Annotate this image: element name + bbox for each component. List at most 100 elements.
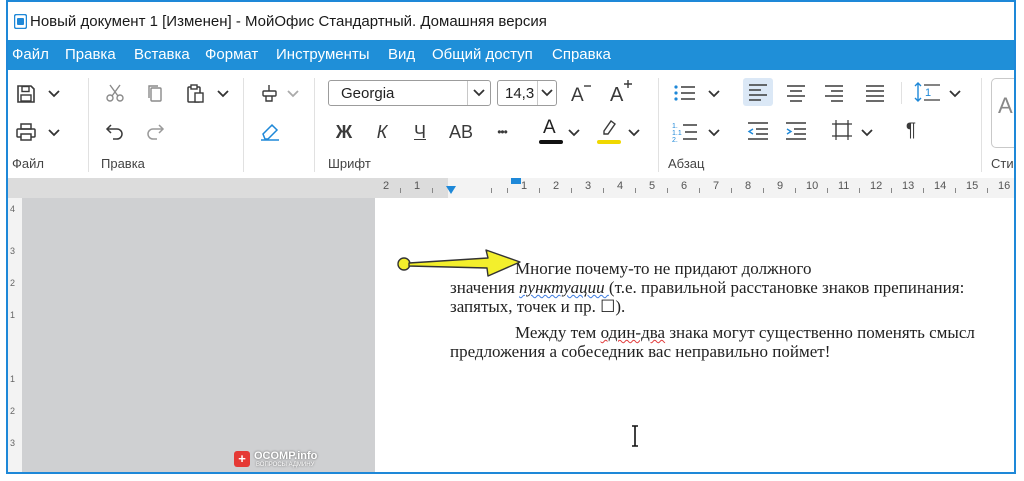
ruler-tick xyxy=(571,188,572,193)
align-center-icon[interactable] xyxy=(785,82,807,104)
more-button[interactable]: ••• xyxy=(490,120,514,144)
highlight-button[interactable] xyxy=(596,116,622,146)
font-family-dropdown[interactable] xyxy=(467,81,490,105)
undo-icon[interactable] xyxy=(104,120,126,142)
menu-view[interactable]: Вид xyxy=(388,46,415,63)
paragraph-2-line-2: предложения а собеседник вас неправильно… xyxy=(450,342,831,361)
watermark-plus-icon: + xyxy=(234,451,250,467)
ruler-tick xyxy=(539,188,540,193)
chevron-down-icon[interactable] xyxy=(628,129,640,137)
window-title: Новый документ 1 [Изменен] - МойОфис Ста… xyxy=(30,13,547,30)
ruler-tick xyxy=(731,188,732,193)
text-run: значения xyxy=(450,278,520,297)
paste-icon[interactable] xyxy=(184,82,206,104)
first-line-indent-marker[interactable] xyxy=(446,186,456,195)
format-painter-icon[interactable] xyxy=(258,82,280,104)
chevron-down-icon[interactable] xyxy=(217,90,229,98)
chevron-down-icon[interactable] xyxy=(48,129,60,137)
chevron-down-icon[interactable] xyxy=(708,129,720,137)
ribbon-toolbar: Файл Правка Georgia 14,3 A A Ж К Ч АВ ••… xyxy=(8,70,1014,178)
text-color-letter: A xyxy=(543,117,556,138)
ruler-tick xyxy=(795,188,796,193)
chevron-down-icon[interactable] xyxy=(949,90,961,98)
divider xyxy=(981,78,982,172)
watermark-text: OCOMP.info xyxy=(254,450,318,462)
paragraph-2-line-1: Между тем один-два знака могут существен… xyxy=(515,323,975,343)
increase-indent-icon[interactable] xyxy=(784,120,808,142)
ruler-number: 1 xyxy=(414,180,421,192)
pilcrow-icon[interactable]: ¶ xyxy=(900,119,922,143)
title-bar: Новый документ 1 [Изменен] - МойОфис Ста… xyxy=(8,2,1014,40)
print-icon[interactable] xyxy=(14,120,38,144)
chevron-down-icon[interactable] xyxy=(287,90,299,98)
menu-tools[interactable]: Инструменты xyxy=(276,46,370,63)
font-size-dropdown[interactable] xyxy=(537,81,556,105)
menu-format[interactable]: Формат xyxy=(205,46,258,63)
svg-text:1.1: 1.1 xyxy=(672,130,682,137)
ruler-tick xyxy=(491,188,492,193)
watermark-subtext: ВОПРОСЫ АДМИНУ xyxy=(256,462,315,468)
eraser-icon[interactable] xyxy=(258,120,282,142)
bullet-list-icon[interactable] xyxy=(672,82,698,104)
watermark: + OCOMP.info ВОПРОСЫ АДМИНУ xyxy=(234,450,326,470)
menu-sharing[interactable]: Общий доступ xyxy=(432,46,533,63)
text-color-button[interactable]: A xyxy=(538,116,564,146)
redo-icon[interactable] xyxy=(144,120,166,142)
document-page[interactable]: Многие почему-то не придают должного зна… xyxy=(375,198,1014,472)
decrease-indent-icon[interactable] xyxy=(746,120,770,142)
menu-bar: Файл Правка Вставка Формат Инструменты В… xyxy=(8,40,1014,70)
italic-button[interactable]: К xyxy=(372,120,392,144)
text-color-bar xyxy=(539,140,563,144)
menu-help[interactable]: Справка xyxy=(552,46,611,63)
ruler-tick xyxy=(763,188,764,193)
divider xyxy=(658,78,659,172)
ruler-number: 8 xyxy=(745,180,752,192)
divider xyxy=(901,82,902,104)
line-spacing-icon[interactable]: 1 xyxy=(913,80,943,104)
font-size-select[interactable]: 14,3 xyxy=(497,80,557,106)
underline-button[interactable]: Ч xyxy=(410,120,430,144)
chevron-down-icon xyxy=(473,89,485,97)
style-preview-letter: A xyxy=(998,93,1013,118)
group-label-edit: Правка xyxy=(101,156,145,171)
case-button[interactable]: АВ xyxy=(447,120,475,144)
vruler-number: 2 xyxy=(10,406,16,416)
chevron-down-icon[interactable] xyxy=(48,90,60,98)
menu-insert[interactable]: Вставка xyxy=(134,46,190,63)
text-cursor-icon xyxy=(632,425,638,447)
align-justify-icon[interactable] xyxy=(864,82,886,104)
ruler-number: 4 xyxy=(617,180,624,192)
vertical-ruler[interactable]: 4 3 2 1 1 2 3 xyxy=(8,198,23,472)
save-icon[interactable] xyxy=(14,82,38,106)
text-run: знака могут существенно поменять смысл xyxy=(665,323,975,342)
ruler-tick xyxy=(923,188,924,193)
spellcheck-word[interactable]: один-два xyxy=(601,323,666,342)
spellcheck-word[interactable]: пунктуации xyxy=(519,278,609,297)
menu-file[interactable]: Файл xyxy=(12,46,49,63)
ruler-number: 10 xyxy=(806,180,819,192)
styles-gallery[interactable]: A xyxy=(991,78,1014,148)
chevron-down-icon[interactable] xyxy=(708,90,720,98)
paragraph-1-line-2: значения пунктуации (т.е. правильной рас… xyxy=(450,278,964,298)
menu-edit[interactable]: Правка xyxy=(65,46,116,63)
font-family-select[interactable]: Georgia xyxy=(328,80,491,106)
vruler-number: 1 xyxy=(10,374,16,384)
cut-icon[interactable] xyxy=(104,82,126,104)
svg-text:A: A xyxy=(610,84,624,106)
align-right-icon[interactable] xyxy=(823,82,845,104)
horizontal-ruler[interactable]: 2 1 1234567891011121314151617 xyxy=(8,178,1014,199)
indent-marker[interactable] xyxy=(511,178,521,185)
paragraph-1-line-3: запятых, точек и пр. ☐). xyxy=(450,297,626,316)
copy-icon[interactable] xyxy=(144,82,166,104)
paragraph-1-line-1: Многие почему-то не придают должного xyxy=(515,259,812,278)
chevron-down-icon[interactable] xyxy=(861,129,873,137)
bold-button[interactable]: Ж xyxy=(334,120,354,144)
annotation-arrow xyxy=(397,249,521,277)
align-left-button[interactable] xyxy=(743,78,773,106)
increase-font-icon[interactable]: A xyxy=(608,78,634,106)
decrease-font-icon[interactable]: A xyxy=(568,80,594,106)
chevron-down-icon[interactable] xyxy=(568,129,580,137)
paragraph-borders-icon[interactable] xyxy=(830,118,854,142)
ruler-tick xyxy=(891,188,892,193)
numbered-list-icon[interactable]: 1. 1.1 2. xyxy=(672,120,698,144)
